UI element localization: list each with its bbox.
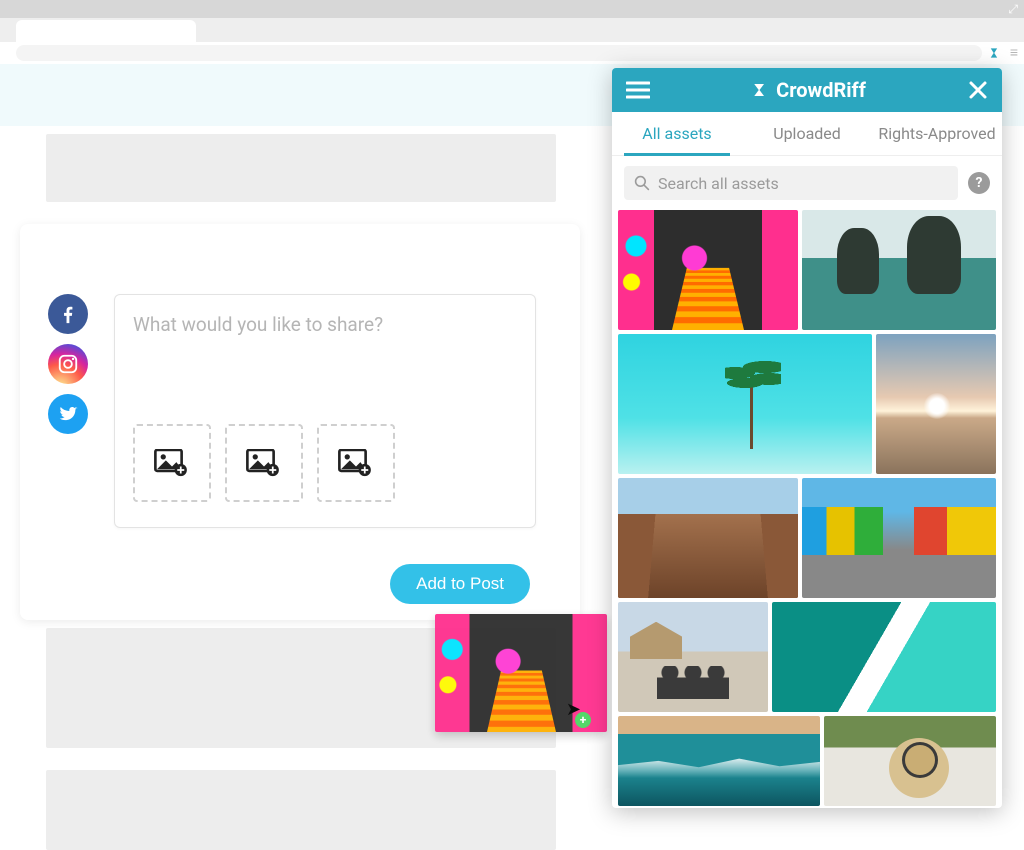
asset-thumbnail[interactable]	[802, 478, 996, 598]
compose-box[interactable]: What would you like to share?	[114, 294, 536, 528]
image-add-icon	[246, 449, 282, 477]
tab-all-assets[interactable]: All assets	[612, 112, 742, 155]
search-row: Search all assets ?	[612, 156, 1002, 210]
asset-thumbnail[interactable]	[876, 334, 996, 474]
add-to-post-button[interactable]: Add to Post	[390, 564, 530, 604]
compose-placeholder: What would you like to share?	[133, 313, 517, 336]
asset-thumbnail[interactable]	[772, 602, 996, 712]
facebook-button[interactable]	[48, 294, 88, 334]
panel-menu-button[interactable]	[626, 81, 650, 99]
asset-thumbnail[interactable]	[618, 334, 872, 474]
tab-uploaded[interactable]: Uploaded	[742, 112, 872, 155]
browser-toolbar: ≡	[0, 42, 1024, 64]
crowdriff-logo-icon	[752, 81, 770, 99]
panel-brand: CrowdRiff	[752, 78, 866, 102]
image-slot[interactable]	[225, 424, 303, 502]
panel-brand-label: CrowdRiff	[776, 78, 866, 102]
search-icon	[634, 175, 650, 191]
instagram-button[interactable]	[48, 344, 88, 384]
placeholder-block	[46, 770, 556, 850]
browser-menu-icon[interactable]: ≡	[1010, 46, 1018, 60]
twitter-button[interactable]	[48, 394, 88, 434]
crowdriff-panel: CrowdRiff All assets Uploaded Rights-App…	[612, 68, 1002, 808]
composer-card: What would you like to share? Add to Pos…	[20, 224, 580, 620]
tab-rights-approved[interactable]: Rights-Approved	[872, 112, 1002, 155]
expand-icon[interactable]: ⤢	[1008, 2, 1018, 17]
asset-thumbnail[interactable]	[824, 716, 996, 806]
close-icon	[968, 80, 988, 100]
asset-thumbnail[interactable]	[618, 602, 768, 712]
instagram-icon	[57, 353, 79, 375]
social-buttons	[48, 294, 88, 434]
asset-thumbnail[interactable]	[802, 210, 996, 330]
browser-tab[interactable]	[16, 20, 196, 42]
asset-thumbnail[interactable]	[618, 210, 798, 330]
asset-gallery	[612, 210, 1002, 808]
help-button[interactable]: ?	[968, 172, 990, 194]
browser-tab-bar	[0, 18, 1024, 42]
crowdriff-extension-icon[interactable]	[988, 45, 1004, 61]
hamburger-icon	[626, 81, 650, 99]
asset-thumbnail[interactable]	[618, 716, 820, 806]
facebook-icon	[57, 303, 79, 325]
panel-header: CrowdRiff	[612, 68, 1002, 112]
url-bar[interactable]	[16, 45, 982, 61]
twitter-icon	[57, 403, 79, 425]
image-slot[interactable]	[317, 424, 395, 502]
image-drop-slots	[133, 424, 517, 502]
search-input[interactable]: Search all assets	[624, 166, 958, 200]
panel-tabs: All assets Uploaded Rights-Approved	[612, 112, 1002, 156]
image-add-icon	[338, 449, 374, 477]
dragging-thumbnail[interactable]: ➤ +	[435, 614, 607, 732]
search-placeholder: Search all assets	[658, 174, 779, 193]
placeholder-block	[46, 134, 556, 202]
asset-thumbnail[interactable]	[618, 478, 798, 598]
image-slot[interactable]	[133, 424, 211, 502]
image-add-icon	[154, 449, 190, 477]
panel-close-button[interactable]	[968, 80, 988, 100]
browser-titlebar: ⤢	[0, 0, 1024, 18]
drag-add-badge-icon: +	[575, 712, 591, 728]
